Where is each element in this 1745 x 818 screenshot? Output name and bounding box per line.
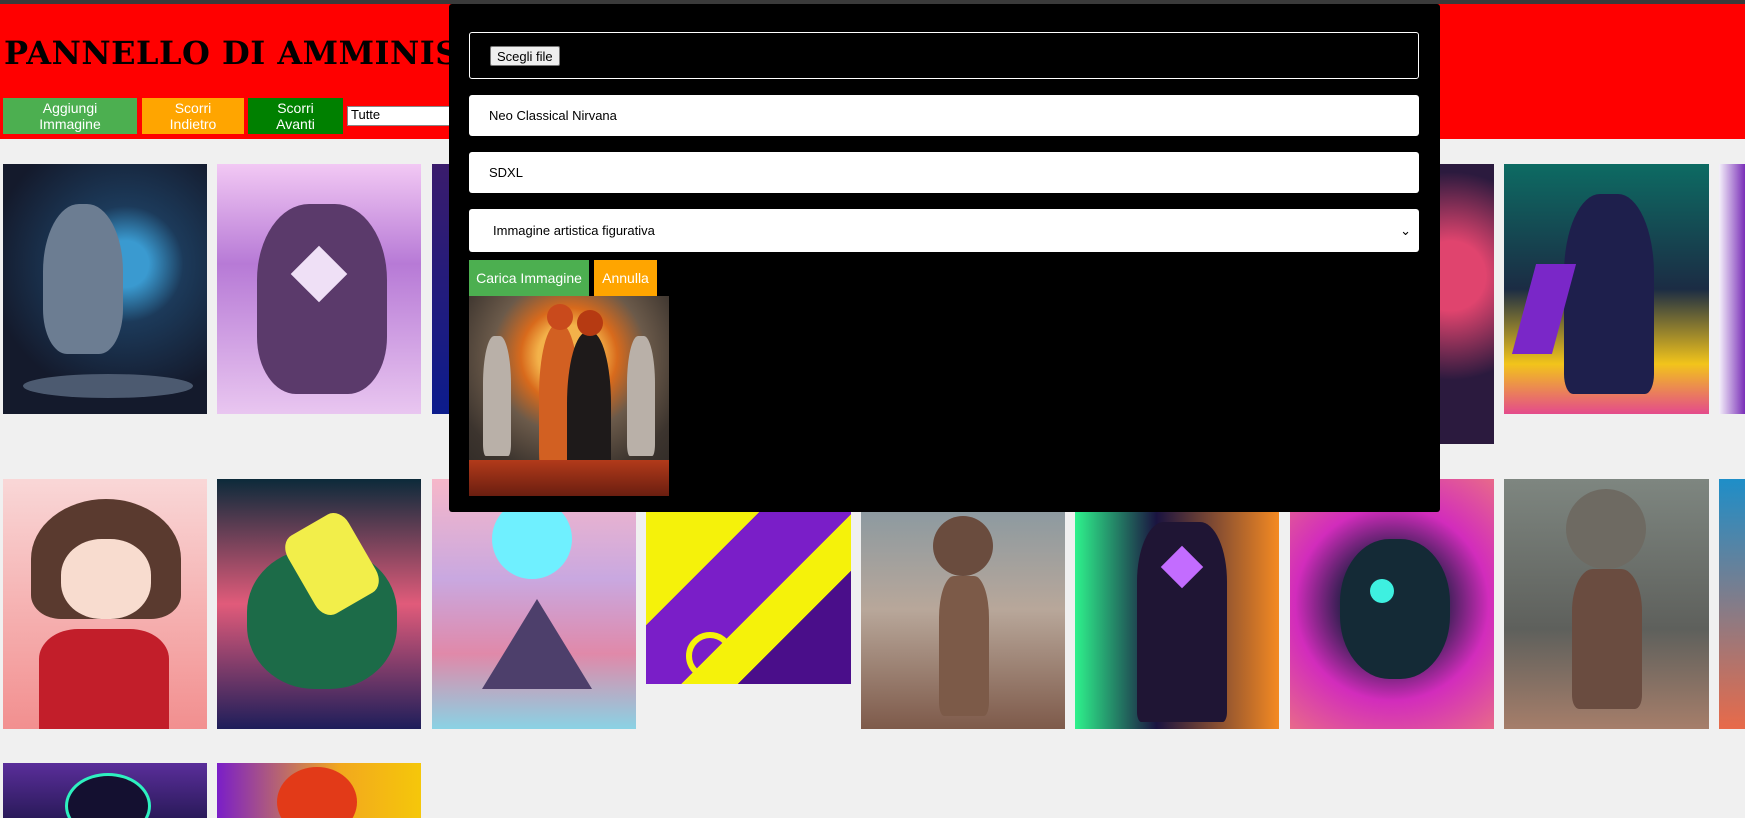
add-image-button[interactable]: Aggiungi Immagine	[3, 98, 137, 134]
upload-modal: Scegli file Neo Classical Nirvana SDXL I…	[449, 4, 1440, 512]
upload-image-button[interactable]: Carica Immagine	[469, 260, 589, 296]
gallery-image[interactable]	[217, 164, 421, 414]
scroll-forward-button[interactable]: Scorri Avanti	[248, 98, 343, 134]
image-name-input[interactable]: Neo Classical Nirvana	[469, 95, 1419, 136]
gallery-image[interactable]	[1504, 479, 1709, 729]
gallery-image[interactable]	[1290, 479, 1494, 729]
image-preview	[469, 296, 669, 496]
cancel-button[interactable]: Annulla	[594, 260, 657, 296]
file-input-field[interactable]: Scegli file	[469, 32, 1419, 79]
gallery-image[interactable]	[432, 479, 636, 729]
gallery-image[interactable]	[1440, 164, 1494, 444]
gallery-image[interactable]	[1075, 512, 1279, 729]
model-input[interactable]: SDXL	[469, 152, 1419, 193]
category-select[interactable]: Immagine artistica figurativa ⌄	[469, 209, 1419, 252]
scroll-back-button[interactable]: Scorri Indietro	[142, 98, 244, 134]
category-filter-select[interactable]: Tutte	[347, 106, 465, 126]
category-select-value: Immagine artistica figurativa	[493, 223, 655, 238]
gallery-image[interactable]	[861, 512, 1065, 729]
choose-file-button[interactable]: Scegli file	[490, 46, 560, 66]
gallery-image[interactable]	[1719, 479, 1745, 729]
gallery-image[interactable]	[217, 479, 421, 729]
gallery-image[interactable]	[432, 164, 450, 414]
gallery-image[interactable]	[3, 763, 207, 818]
gallery-image[interactable]	[1719, 164, 1745, 414]
gallery-image[interactable]	[3, 164, 207, 414]
chevron-down-icon: ⌄	[1400, 223, 1411, 238]
gallery-image[interactable]	[1504, 164, 1709, 414]
gallery-image[interactable]	[3, 479, 207, 729]
gallery-image[interactable]	[217, 763, 421, 818]
gallery-image[interactable]	[646, 512, 851, 684]
